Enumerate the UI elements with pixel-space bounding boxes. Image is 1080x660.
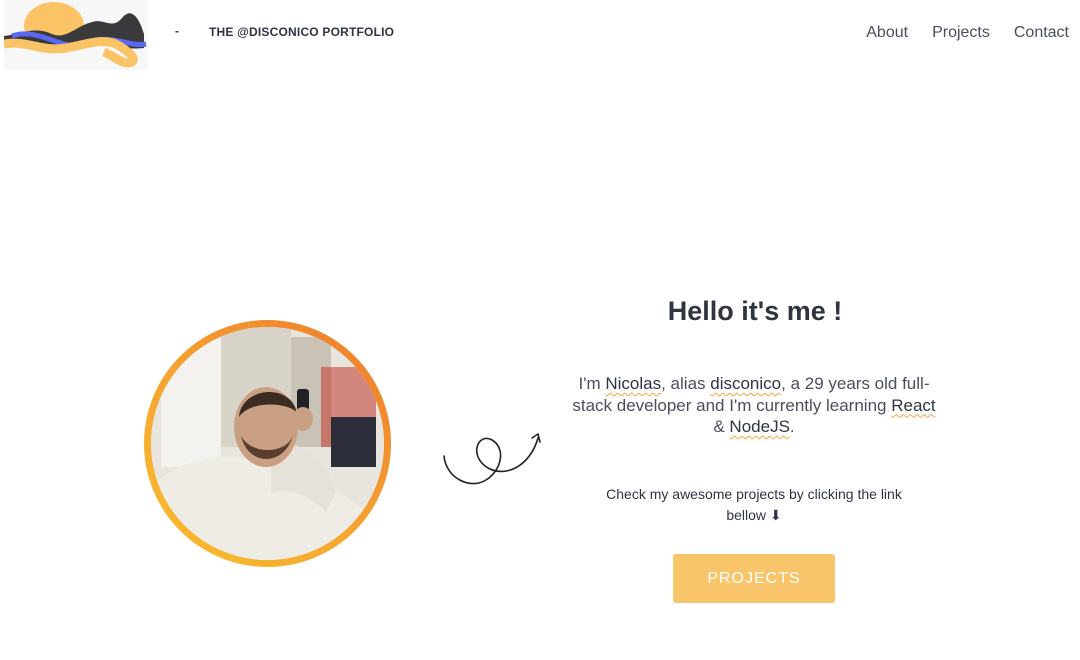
bio-fragment: , alias [661, 374, 711, 393]
name-highlight: Nicolas [605, 374, 662, 393]
main-nav: About Projects Contact [866, 24, 1069, 42]
bio-fragment: & [713, 417, 730, 436]
avatar-photo [151, 327, 384, 560]
bio-fragment: I'm [578, 374, 606, 393]
cta-label: Check my awesome projects by clicking th… [606, 486, 902, 523]
hero-title: Hello it's me ! [667, 296, 843, 326]
bio-fragment: . [789, 417, 795, 436]
site-title[interactable]: THE @DISCONICO PORTFOLIO [209, 25, 394, 39]
nodejs-highlight: NodeJS [729, 417, 790, 436]
alias-highlight: disconico [710, 374, 782, 393]
projects-button[interactable]: PROJECTS [673, 554, 835, 603]
nav-about-link[interactable]: About [866, 24, 908, 42]
logo[interactable] [4, 0, 148, 70]
down-arrow-icon: ⬇ [769, 507, 782, 523]
bio-text: I'm Nicolas, alias disconico, a 29 years… [566, 373, 942, 438]
squiggle-arrow-icon [443, 433, 541, 485]
cta-text: Check my awesome projects by clicking th… [585, 484, 923, 526]
react-highlight: React [891, 395, 936, 415]
avatar-ring [144, 320, 391, 567]
header-separator: - [175, 24, 179, 38]
nav-projects-link[interactable]: Projects [932, 24, 990, 42]
nav-contact-link[interactable]: Contact [1014, 24, 1069, 42]
